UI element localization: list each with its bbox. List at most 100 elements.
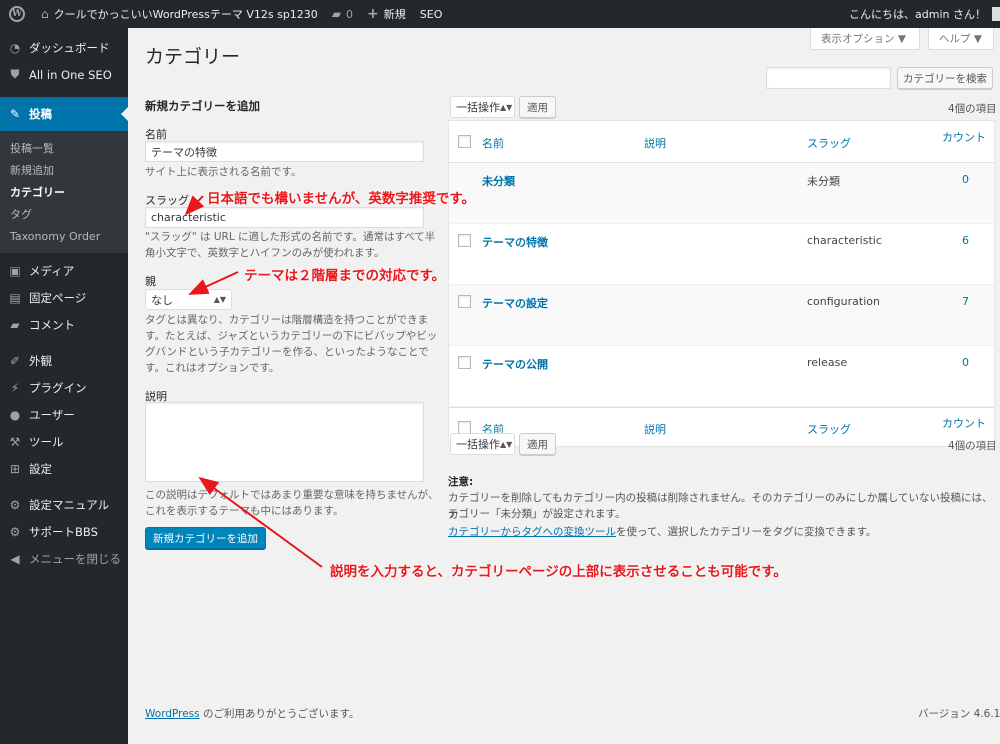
gear-icon: ⚙ — [9, 524, 21, 539]
table-row: テーマの公開 release 0 — [449, 346, 994, 407]
shield-icon: ⛊ — [10, 67, 20, 81]
category-slug: release — [807, 356, 848, 369]
category-count-link[interactable]: 7 — [962, 295, 969, 308]
menu-dashboard[interactable]: ◔ ダッシュボード — [0, 34, 128, 61]
category-tag-converter-link[interactable]: カテゴリーからタグへの変換ツール — [448, 526, 616, 538]
admin-bar: W ⌂ クールでかっこいいWordPressテーマ V12s sp1230 ▰ 0 … — [0, 0, 1000, 28]
row-checkbox[interactable] — [458, 234, 471, 247]
category-name-link[interactable]: テーマの公開 — [482, 356, 548, 372]
converter-note-text: を使って、選択したカテゴリーをタグに変換できます。 — [616, 526, 877, 538]
column-count-footer[interactable]: カウント — [942, 415, 986, 431]
wp-logo-glyph: W — [9, 6, 25, 22]
bulk-actions-select-bottom[interactable]: 一括操作 ▲▼ — [450, 433, 515, 455]
page-title: カテゴリー — [145, 46, 241, 68]
select-all-checkbox[interactable] — [458, 135, 471, 148]
menu-label: 設定マニュアル — [29, 497, 110, 512]
screen-options-button[interactable]: 表示オプション ▼ — [810, 28, 920, 50]
menu-tools[interactable]: ⚒ ツール — [0, 428, 128, 455]
settings-sliders-icon: ⊞ — [9, 461, 21, 476]
column-description-footer[interactable]: 説明 — [644, 421, 666, 437]
column-name-header[interactable]: 名前 — [482, 135, 504, 151]
column-slug-header[interactable]: スラッグ — [807, 135, 851, 151]
menu-label: メニューを閉じる — [29, 551, 121, 566]
submenu-categories[interactable]: カテゴリー — [0, 181, 128, 203]
comments-link[interactable]: ▰ 0 — [325, 0, 360, 28]
menu-support-bbs[interactable]: ⚙ サポートBBS — [0, 518, 128, 545]
gear-icon: ⚙ — [9, 497, 21, 512]
help-button[interactable]: ヘルプ ▼ — [928, 28, 994, 50]
wordpress-link[interactable]: WordPress — [145, 708, 200, 720]
category-search-input[interactable] — [766, 67, 891, 89]
search-categories-button[interactable]: カテゴリーを検索 — [897, 67, 993, 89]
admin-menu: ◔ ダッシュボード ⛊ All in One SEO ✎ 投稿 投稿一覧 新規追加 カ… — [0, 28, 128, 744]
category-slug: configuration — [807, 295, 880, 308]
menu-label: プラグイン — [29, 380, 87, 395]
category-slug: 未分類 — [807, 175, 840, 188]
apply-button-top[interactable]: 適用 — [519, 96, 556, 118]
categories-table: 名前 説明 スラッグ カウント 未分類 未分類 0 テーマの特徴 charact… — [448, 120, 995, 447]
column-count-header[interactable]: カウント — [942, 129, 986, 145]
comment-icon: ▰ — [10, 317, 20, 332]
menu-label: ユーザー — [29, 407, 75, 422]
menu-posts[interactable]: ✎ 投稿 — [0, 97, 128, 131]
bulk-actions-select-top[interactable]: 一括操作 ▲▼ — [450, 96, 515, 118]
menu-settings[interactable]: ⊞ 設定 — [0, 455, 128, 482]
bulk-select-value: 一括操作 — [456, 438, 500, 451]
media-icon: ▣ — [9, 263, 21, 278]
menu-settings-manual[interactable]: ⚙ 設定マニュアル — [0, 491, 128, 518]
collapse-arrow-icon: ◀ — [10, 551, 20, 566]
category-count-link[interactable]: 0 — [962, 173, 969, 186]
add-new-category-button[interactable]: 新規カテゴリーを追加 — [145, 527, 266, 549]
footer-thanks: WordPress のご利用ありがとうございます。 — [145, 706, 359, 721]
parent-category-select[interactable]: なし ▲▼ — [145, 289, 232, 310]
wrench-icon: ⚒ — [9, 434, 21, 449]
menu-appearance[interactable]: ✐ 外観 — [0, 347, 128, 374]
menu-comments[interactable]: ▰ コメント — [0, 311, 128, 338]
menu-media[interactable]: ▣ メディア — [0, 257, 128, 284]
menu-plugins[interactable]: ⚡ プラグイン — [0, 374, 128, 401]
submenu-add-new[interactable]: 新規追加 — [0, 159, 128, 181]
column-description-header[interactable]: 説明 — [644, 135, 666, 151]
parent-description-line: タグとは異なり、カテゴリーは階層構造を持つことができま — [145, 314, 429, 326]
new-content-link[interactable]: + 新規 — [360, 0, 413, 28]
row-checkbox[interactable] — [458, 295, 471, 308]
row-checkbox[interactable] — [458, 356, 471, 369]
table-row: 未分類 未分類 0 — [449, 163, 994, 224]
site-name-link[interactable]: ⌂ クールでかっこいいWordPressテーマ V12s sp1230 — [34, 0, 325, 28]
slug-label: スラッグ — [145, 194, 189, 207]
category-name-link[interactable]: テーマの特徴 — [482, 234, 548, 250]
column-slug-footer[interactable]: スラッグ — [807, 421, 851, 437]
greeting-text: こんにちは、admin さん！ — [849, 8, 986, 21]
category-name-link[interactable]: 未分類 — [482, 173, 515, 189]
collapse-menu-button[interactable]: ◀ メニューを閉じる — [0, 545, 128, 572]
pushpin-icon: ✎ — [9, 107, 21, 121]
parent-description-line: グバンドという子カテゴリーを作る、といったようなことで — [145, 346, 429, 358]
category-count-link[interactable]: 6 — [962, 234, 969, 247]
select-arrows-icon: ▲▼ — [500, 439, 513, 449]
main-content: カテゴリー 表示オプション ▼ ヘルプ ▼ カテゴリーを検索 新規カテゴリーを追… — [128, 28, 1000, 744]
new-label: 新規 — [383, 8, 406, 21]
category-name-link[interactable]: テーマの設定 — [482, 295, 548, 311]
category-count-link[interactable]: 0 — [962, 356, 969, 369]
submenu-taxonomy-order[interactable]: Taxonomy Order — [0, 225, 128, 247]
submenu-tags[interactable]: タグ — [0, 203, 128, 225]
converter-note: カテゴリーからタグへの変換ツールを使って、選択したカテゴリーをタグに変換できます… — [448, 524, 876, 541]
seo-menu-link[interactable]: SEO — [413, 0, 450, 28]
apply-button-bottom[interactable]: 適用 — [519, 433, 556, 455]
menu-pages[interactable]: ▤ 固定ページ — [0, 284, 128, 311]
menu-label: ツール — [29, 434, 64, 449]
plus-icon: + — [367, 6, 379, 22]
menu-all-in-one-seo[interactable]: ⛊ All in One SEO — [0, 61, 128, 88]
description-help-line: これを表示するテーマも中にはあります。 — [145, 505, 344, 517]
category-name-input[interactable]: テーマの特徴 — [145, 141, 424, 162]
menu-label: ダッシュボード — [29, 40, 110, 55]
category-slug-input[interactable]: characteristic — [145, 207, 424, 228]
menu-label: 外観 — [29, 353, 52, 368]
menu-label: 設定 — [29, 461, 52, 476]
submenu-all-posts[interactable]: 投稿一覧 — [0, 137, 128, 159]
wordpress-logo-icon[interactable]: W — [0, 0, 34, 28]
category-description-textarea[interactable] — [145, 402, 424, 482]
menu-users[interactable]: ● ユーザー — [0, 401, 128, 428]
footer-version: バージョン 4.6.1 — [918, 708, 1000, 720]
my-account-link[interactable]: こんにちは、admin さん！ — [842, 0, 1000, 28]
